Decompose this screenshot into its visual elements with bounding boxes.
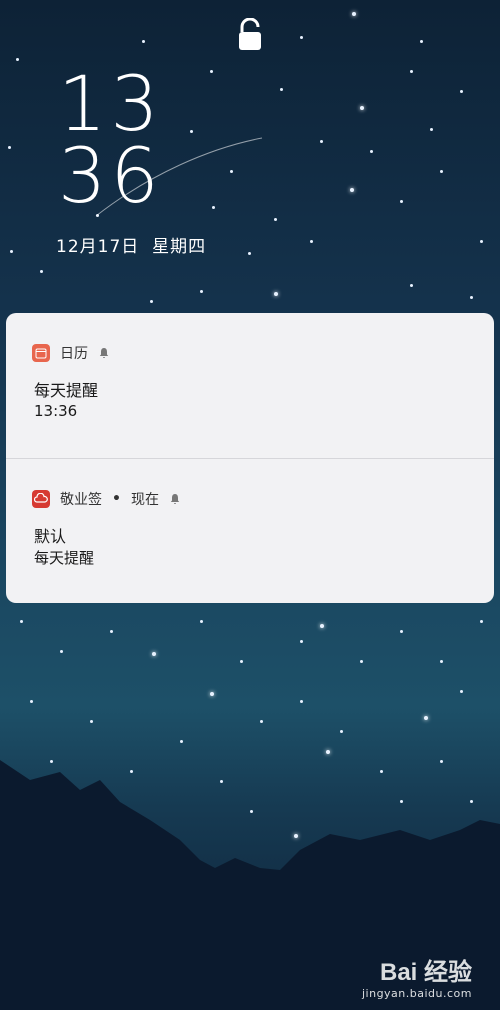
notification-jingyeqian[interactable]: 敬业签 • 现在 默认 每天提醒 — [6, 459, 494, 603]
lockscreen-clock: 13 36 — [58, 59, 163, 220]
unlock-icon[interactable] — [234, 17, 266, 52]
watermark-url: jingyan.baidu.com — [361, 987, 472, 1000]
lockscreen-date: 12月17日 星期四 — [56, 237, 207, 257]
bell-icon — [170, 494, 180, 504]
notification-header: 敬业签 • 现在 — [32, 489, 181, 509]
cloud-note-icon — [32, 490, 50, 508]
watermark-brand: Bai 经验 — [379, 959, 472, 986]
notification-time: 现在 — [130, 492, 159, 508]
bell-icon — [99, 348, 109, 358]
calendar-icon — [32, 344, 50, 362]
notification-body: 13:36 — [34, 402, 78, 420]
app-name: 敬业签 — [60, 492, 102, 508]
app-name: 日历 — [60, 346, 88, 362]
clock-minute: 36 — [58, 131, 163, 220]
notification-title: 默认 — [34, 527, 67, 546]
notification-title: 每天提醒 — [34, 381, 99, 400]
baidu-jingyan-watermark: Bai 经验 jingyan.baidu.com — [362, 952, 472, 1000]
clock-hour: 13 — [58, 59, 163, 148]
header-separator: • — [112, 491, 121, 507]
notification-body: 每天提醒 — [34, 549, 95, 567]
notification-calendar[interactable]: 日历 每天提醒 13:36 — [6, 313, 494, 458]
notification-header: 日历 — [32, 343, 110, 363]
